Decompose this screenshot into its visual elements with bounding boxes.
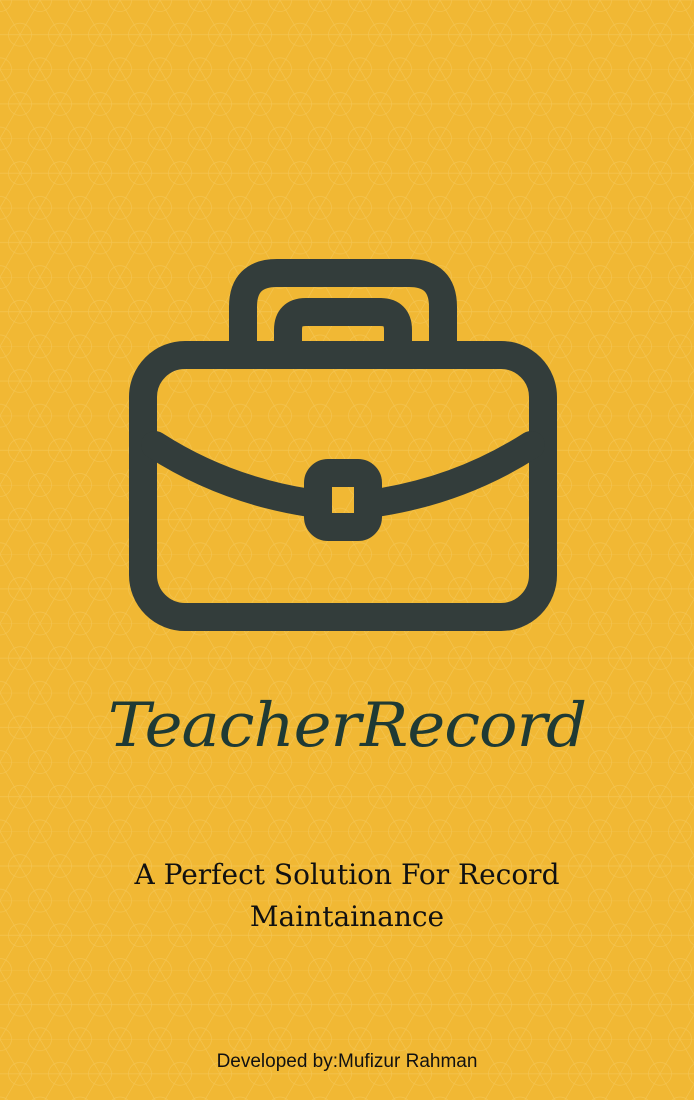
app-tagline: A Perfect Solution For Record Maintainan… (134, 858, 560, 933)
app-title: TeacherRecord (107, 690, 587, 762)
briefcase-icon (129, 259, 557, 631)
splash-screen: TeacherRecord A Perfect Solution For Rec… (0, 0, 694, 1100)
developer-credit: Developed by:Mufizur Rahman (216, 1051, 478, 1072)
